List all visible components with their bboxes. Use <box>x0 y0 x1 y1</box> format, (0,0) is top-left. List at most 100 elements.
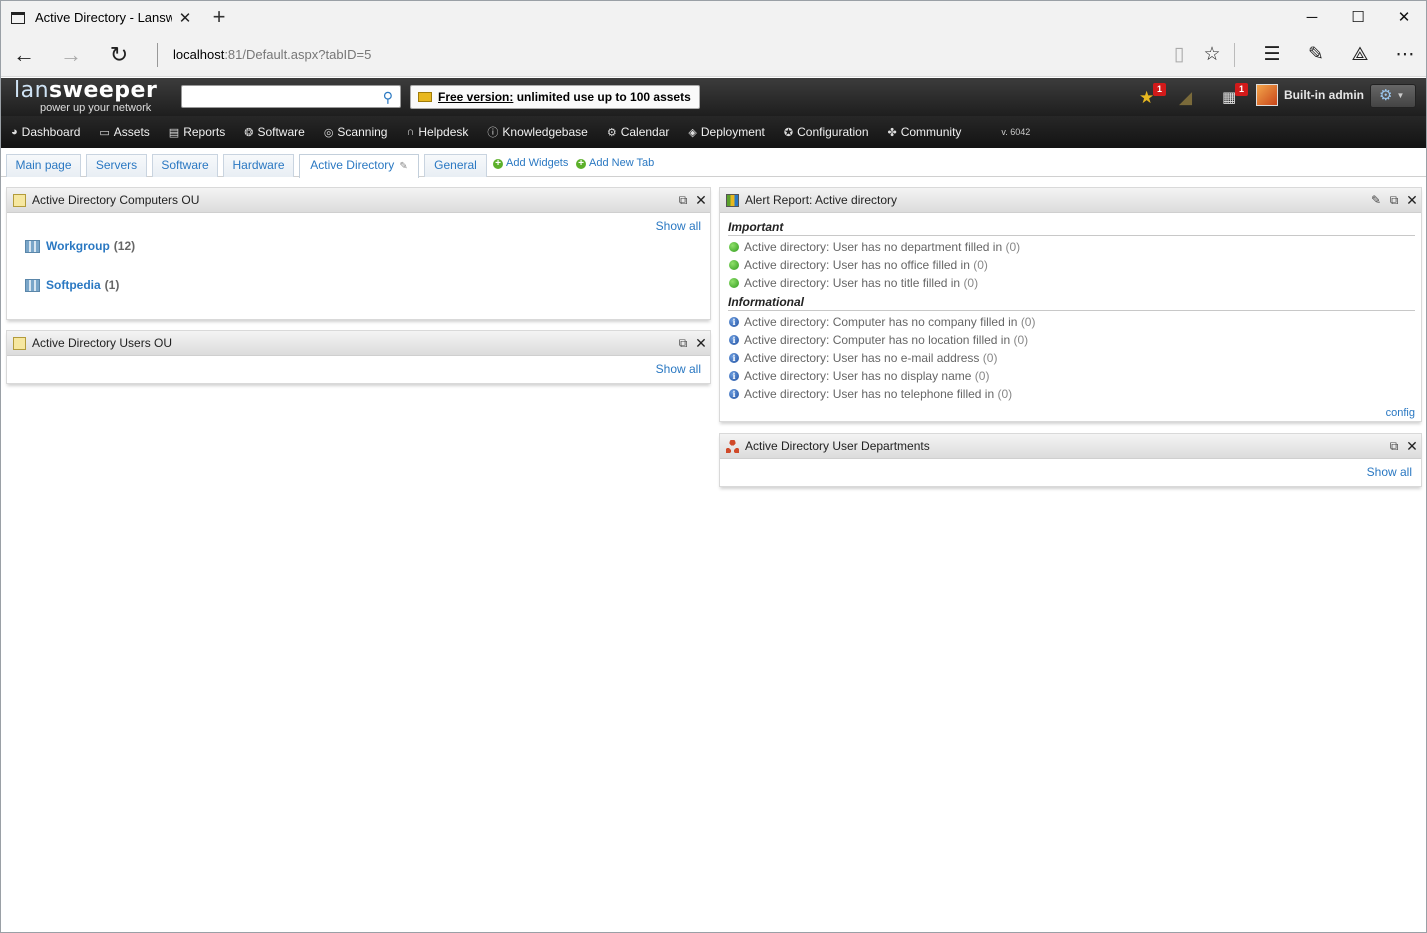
favorites-badge: 1 <box>1153 83 1166 96</box>
calendar-badge: 1 <box>1235 83 1248 96</box>
alert-row[interactable]: i Active directory: User has no display n… <box>729 369 989 383</box>
close-tab-icon[interactable]: ✕ <box>172 9 198 27</box>
edit-pencil-icon[interactable]: ✎ <box>399 161 407 172</box>
close-icon[interactable]: ✕ <box>692 335 710 352</box>
ou-link[interactable]: Softpedia <box>46 278 101 292</box>
list-item: Softpedia (1) <box>25 278 119 292</box>
widget-header: Alert Report: Active directory ✎ ⧉ ✕ <box>720 188 1421 213</box>
alert-row[interactable]: i Active directory: Computer has no locat… <box>729 333 1028 347</box>
ticket-icon <box>418 92 432 102</box>
free-version-link[interactable]: Free version: <box>438 90 513 104</box>
minimize-button[interactable]: ─ <box>1289 1 1335 34</box>
url-path: :81/Default.aspx?tabID=5 <box>224 47 372 62</box>
info-icon: ⓘ <box>487 127 499 139</box>
broom-icon[interactable]: ◢ <box>1179 88 1192 108</box>
widget-config-icon[interactable]: ⧉ <box>1385 193 1403 208</box>
url-field[interactable]: localhost:81/Default.aspx?tabID=5 <box>173 47 371 62</box>
more-icon[interactable]: ⋯ <box>1389 39 1421 71</box>
gear-icon: ⚙ <box>1379 87 1393 104</box>
menu-dashboard[interactable]: ◕ Dashboard <box>11 125 80 139</box>
add-widgets-link[interactable]: + Add Widgets <box>493 157 568 169</box>
user-menu[interactable]: Built-in admin <box>1256 84 1364 106</box>
widget-user-departments: Active Directory User Departments ⧉ ✕ Sh… <box>719 433 1422 487</box>
menu-knowledgebase[interactable]: ⓘ Knowledgebase <box>487 124 587 140</box>
close-icon[interactable]: ✕ <box>1403 192 1421 209</box>
building-icon <box>25 239 40 253</box>
forward-button[interactable]: → <box>55 39 87 71</box>
menu-scanning[interactable]: ◎ Scanning <box>324 125 388 139</box>
menu-configuration[interactable]: ✪ Configuration <box>784 125 869 139</box>
dashboard-tabs: Main page Servers Software Hardware Acti… <box>1 148 1426 178</box>
software-icon: ❂ <box>244 126 254 139</box>
close-window-button[interactable]: ✕ <box>1381 1 1427 34</box>
widget-config-icon[interactable]: ⧉ <box>674 193 692 208</box>
settings-button[interactable]: ⚙ ▼ <box>1370 84 1416 108</box>
hub-icon[interactable]: ☰ <box>1256 39 1288 71</box>
tab-general[interactable]: General <box>424 154 487 177</box>
logo-text: lansweeper <box>14 78 158 103</box>
info-icon: i <box>729 317 739 327</box>
alert-row[interactable]: Active directory: User has no department… <box>729 240 1020 254</box>
menu-community[interactable]: ✤ Community <box>888 125 962 139</box>
reading-view-icon[interactable]: ▯ <box>1163 39 1195 71</box>
divider <box>157 43 158 67</box>
favorite-star-icon[interactable]: ☆ <box>1196 39 1228 71</box>
widget-header: Active Directory User Departments ⧉ ✕ <box>720 434 1421 459</box>
logo-tagline: power up your network <box>40 102 152 114</box>
browser-tab[interactable]: Active Directory - Lansw ✕ <box>1 1 198 34</box>
share-icon[interactable]: ⟁ <box>1344 39 1376 71</box>
show-all-link[interactable]: Show all <box>1367 465 1412 479</box>
menu-deployment[interactable]: ◈ Deployment <box>688 125 765 139</box>
menu-helpdesk[interactable]: ∩ Helpdesk <box>406 125 468 139</box>
maximize-button[interactable]: ☐ <box>1335 1 1381 34</box>
new-tab-button[interactable]: + <box>205 3 233 31</box>
widget-title: Alert Report: Active directory <box>745 193 898 207</box>
menu-assets[interactable]: ▭ Assets <box>99 125 149 139</box>
web-note-icon[interactable]: ✎ <box>1300 39 1332 71</box>
version-label: v. 6042 <box>1001 127 1031 137</box>
edit-icon[interactable]: ✎ <box>1367 193 1385 207</box>
package-icon: ◈ <box>688 126 697 139</box>
close-icon[interactable]: ✕ <box>692 192 710 209</box>
tab-active-directory[interactable]: Active Directory ✎ <box>299 154 419 178</box>
ou-icon <box>13 336 26 350</box>
refresh-button[interactable]: ↻ <box>103 39 135 71</box>
tab-servers[interactable]: Servers <box>86 154 147 177</box>
back-button[interactable]: ← <box>8 39 40 71</box>
widget-config-icon[interactable]: ⧉ <box>674 336 692 351</box>
show-all-link[interactable]: Show all <box>656 362 701 376</box>
ou-count: (12) <box>113 239 136 253</box>
search-icon[interactable]: ⚲ <box>383 89 393 106</box>
chevron-down-icon: ▼ <box>1396 91 1405 100</box>
free-version-banner[interactable]: Free version: unlimited use up to 100 as… <box>410 85 700 109</box>
alert-row[interactable]: Active directory: User has no office fil… <box>729 258 988 272</box>
ou-link[interactable]: Workgroup <box>46 239 110 253</box>
alert-row[interactable]: Active directory: User has no title fill… <box>729 276 978 290</box>
show-all-link[interactable]: Show all <box>656 219 701 233</box>
menu-software[interactable]: ❂ Software <box>244 125 305 139</box>
gear-icon: ✪ <box>783 126 794 139</box>
section-informational: Informational <box>728 295 1415 311</box>
widget-config-icon[interactable]: ⧉ <box>1385 439 1403 454</box>
tab-main-page[interactable]: Main page <box>6 154 81 177</box>
alert-row[interactable]: i Active directory: Computer has no compa… <box>729 315 1035 329</box>
alert-row[interactable]: i Active directory: User has no e-mail ad… <box>729 351 997 365</box>
alert-row[interactable]: i Active directory: User has no telephone… <box>729 387 1012 401</box>
avatar <box>1256 84 1278 106</box>
divider <box>1234 43 1235 67</box>
add-new-tab-link[interactable]: + Add New Tab <box>576 157 654 169</box>
monitor-icon: ▭ <box>99 126 110 139</box>
tab-hardware[interactable]: Hardware <box>223 154 294 177</box>
menu-calendar[interactable]: ⚙ Calendar <box>607 125 670 139</box>
tab-software[interactable]: Software <box>152 154 218 177</box>
lansweeper-logo[interactable]: lansweeper power up your network <box>14 78 158 115</box>
config-link[interactable]: config <box>1386 407 1415 419</box>
report-icon: ▤ <box>168 126 180 139</box>
org-chart-icon <box>726 439 739 453</box>
menu-reports[interactable]: ▤ Reports <box>169 125 225 139</box>
close-icon[interactable]: ✕ <box>1403 438 1421 455</box>
widget-users-ou: Active Directory Users OU ⧉ ✕ Show all <box>6 330 711 384</box>
search-input[interactable] <box>182 86 368 107</box>
favorites-star-icon[interactable]: ★ <box>1139 88 1154 108</box>
widget-title: Active Directory Computers OU <box>32 193 200 207</box>
